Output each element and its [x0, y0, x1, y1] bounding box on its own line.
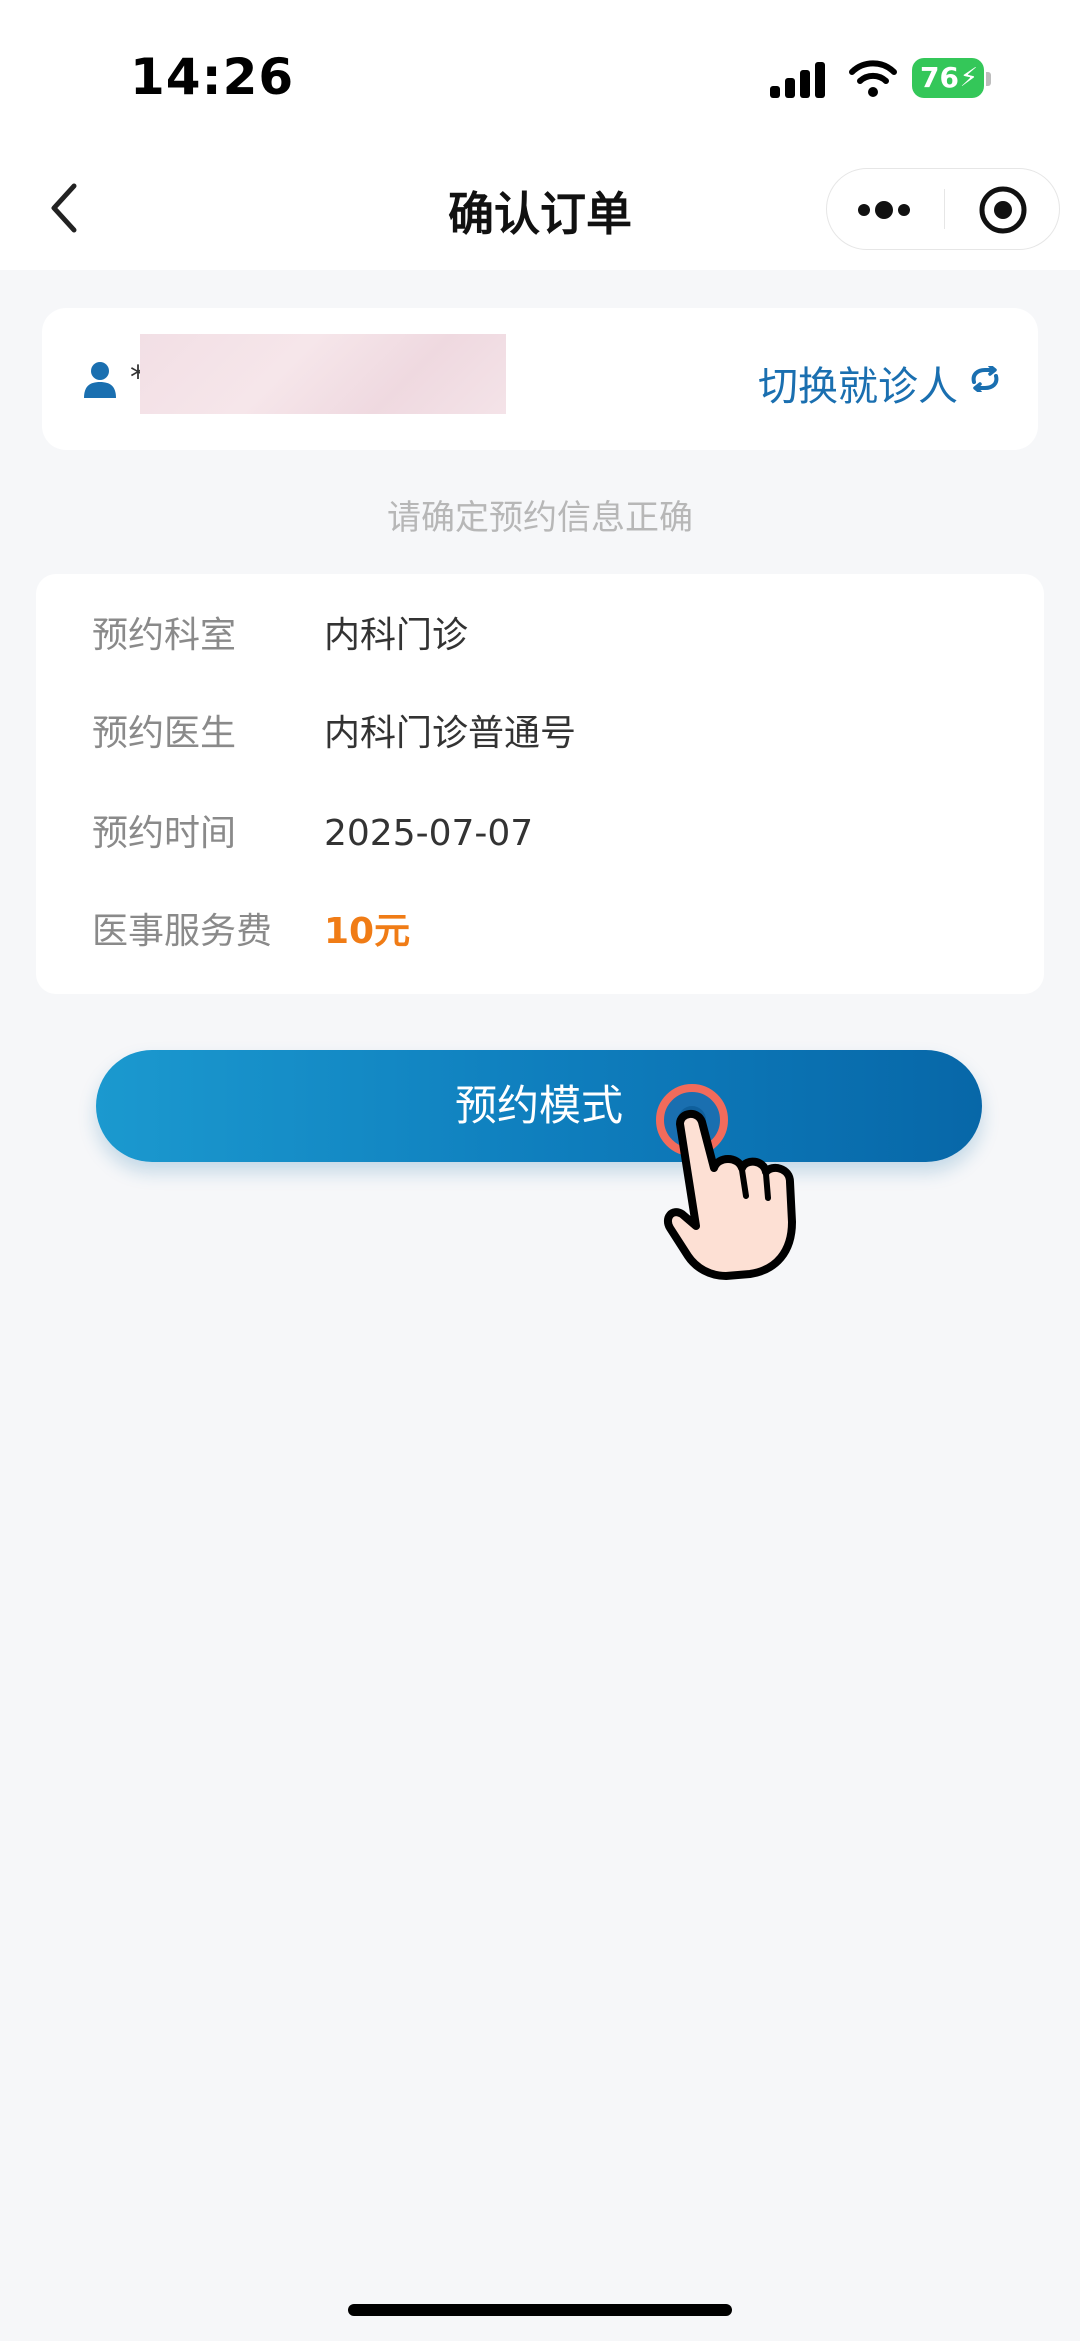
info-row-fee: 医事服务费 10元 [36, 902, 1044, 962]
battery-charging-icon: 76 ⚡ [912, 58, 984, 98]
patient-card: * 切换就诊人 [42, 308, 1038, 450]
confirm-hint: 请确定预约信息正确 [387, 498, 693, 538]
more-dots-icon[interactable] [827, 169, 944, 251]
info-value: 内科门诊普通号 [324, 713, 577, 754]
home-indicator [348, 2304, 732, 2316]
top-bar: 14:26 76 ⚡ 确认订单 [0, 0, 1080, 270]
cellular-signal-icon [770, 62, 828, 98]
status-time: 14:26 [130, 48, 295, 106]
target-icon[interactable] [945, 169, 1061, 251]
info-row-department: 预约科室 内科门诊 [36, 606, 1044, 666]
info-label: 医事服务费 [92, 911, 273, 952]
info-label: 预约医生 [92, 713, 237, 754]
battery-cap [986, 72, 991, 86]
switch-refresh-icon[interactable] [968, 366, 1002, 392]
person-icon [84, 362, 116, 398]
wifi-icon [849, 60, 897, 97]
bolt-icon: ⚡ [959, 63, 978, 93]
fee-value: 10元 [324, 911, 411, 952]
mini-program-capsule [826, 168, 1060, 250]
appointment-info-card: 预约科室 内科门诊 预约医生 内科门诊普通号 预约时间 2025-07-07 医… [36, 574, 1044, 994]
info-label: 预约时间 [92, 813, 237, 854]
patient-name-redacted [140, 334, 506, 414]
info-row-time: 预约时间 2025-07-07 [36, 804, 1044, 864]
booking-mode-button[interactable]: 预约模式 [96, 1050, 982, 1162]
status-icons: 76 ⚡ [770, 54, 1000, 106]
info-label: 预约科室 [92, 615, 237, 656]
tap-hand-icon [656, 1084, 796, 1280]
battery-level: 76 [920, 61, 959, 94]
info-row-doctor: 预约医生 内科门诊普通号 [36, 704, 1044, 764]
info-value: 2025-07-07 [324, 813, 534, 854]
switch-patient-button[interactable]: 切换就诊人 [758, 354, 958, 412]
info-value: 内科门诊 [324, 615, 469, 656]
